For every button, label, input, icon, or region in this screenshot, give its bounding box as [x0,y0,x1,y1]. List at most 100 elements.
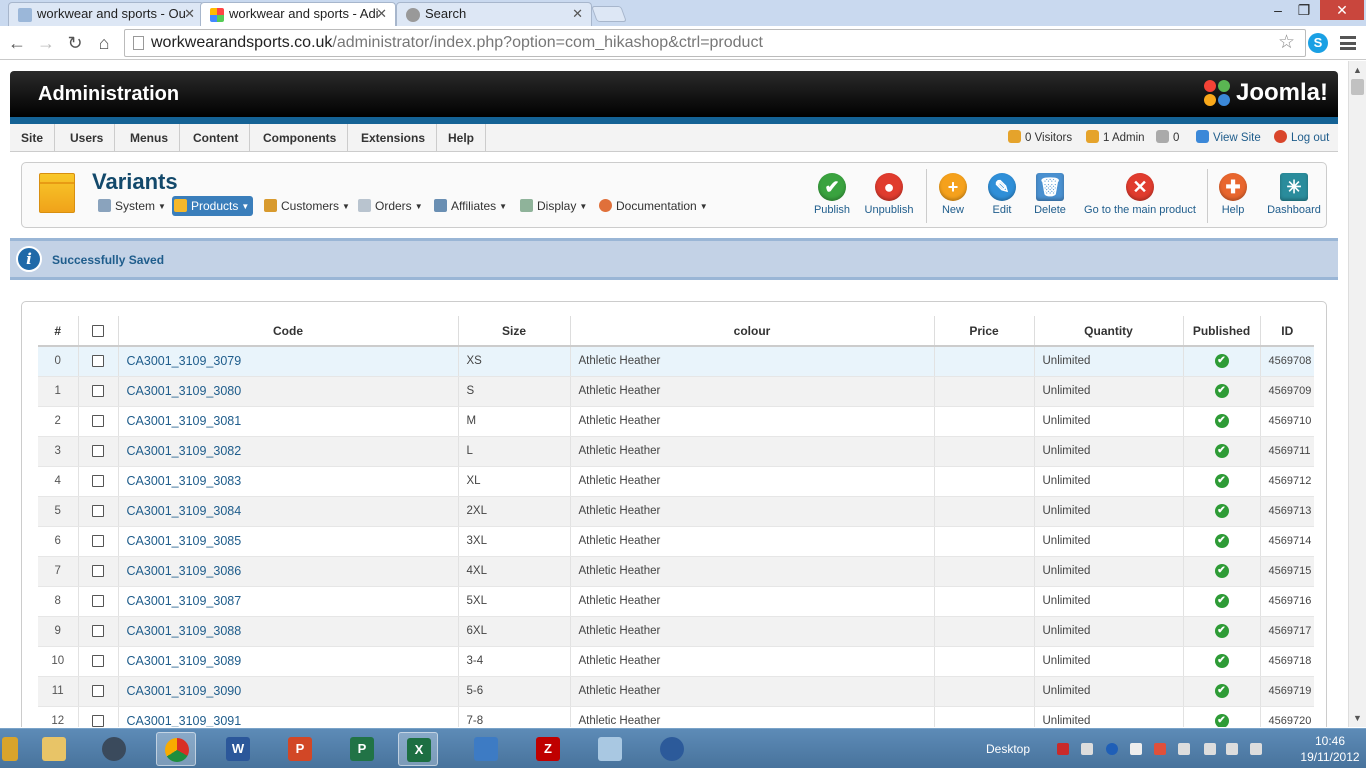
published-check-icon[interactable]: ✔ [1214,654,1229,668]
table-row[interactable]: 10 CA3001_3109_3089 3-4 Athletic Heather Unl… [38,646,1314,677]
help-button[interactable]: ✚ Help [1218,173,1248,223]
variant-code-link[interactable]: CA3001_3109_3086 [118,556,459,587]
flag-icon[interactable] [1178,743,1190,755]
row-checkbox[interactable] [92,684,104,697]
view-site-link[interactable]: View Site [1196,124,1261,152]
tab-close-icon[interactable]: ✕ [376,3,387,25]
variant-code-link[interactable]: CA3001_3109_3085 [118,526,459,557]
browser-tab-1[interactable]: workwear and sports - Ou ✕ [8,2,204,26]
taskbar-thunderbird[interactable] [652,732,692,766]
browser-tab-3[interactable]: Search ✕ [396,2,592,26]
published-check-icon[interactable]: ✔ [1214,624,1229,638]
row-checkbox[interactable] [92,534,104,547]
published-check-icon[interactable]: ✔ [1214,504,1229,518]
row-checkbox[interactable] [92,444,104,457]
variant-code-link[interactable]: CA3001_3109_3089 [118,646,459,677]
forward-arrow-icon[interactable]: → [35,32,57,54]
browser-tab-2[interactable]: workwear and sports - Adi ✕ [200,2,396,26]
battery-icon[interactable] [1204,743,1216,755]
desktop-toolbar[interactable]: Desktop [986,729,1030,769]
start-button[interactable] [0,732,22,766]
row-checkbox[interactable] [92,714,104,727]
submenu-display[interactable]: Display ▼ [520,196,587,216]
bluetooth-icon[interactable] [1106,743,1118,755]
menu-menus[interactable]: Menus [119,124,181,152]
table-row[interactable]: 2 CA3001_3109_3081 M Athletic Heather Unlimi… [38,406,1314,437]
unpublish-button[interactable]: ● Unpublish [864,173,914,223]
reload-icon[interactable]: ↻ [64,32,86,54]
row-checkbox[interactable] [92,355,104,368]
delete-button[interactable]: 🗑 Delete [1034,173,1066,223]
published-toggle[interactable]: ✔ [1183,376,1261,407]
publish-button[interactable]: ✔ Publish [812,173,852,223]
published-toggle[interactable]: ✔ [1183,586,1261,617]
table-row[interactable]: 5 CA3001_3109_3084 2XL Athletic Heather Unli… [38,496,1314,527]
table-row[interactable]: 8 CA3001_3109_3087 5XL Athletic Heather Unli… [38,586,1314,617]
published-check-icon[interactable]: ✔ [1214,594,1229,608]
scroll-up-icon[interactable]: ▲ [1353,65,1362,75]
published-check-icon[interactable]: ✔ [1214,444,1229,458]
row-checkbox[interactable] [92,564,104,577]
col-published[interactable]: Published [1183,316,1261,347]
published-check-icon[interactable]: ✔ [1214,384,1229,398]
row-checkbox[interactable] [92,384,104,397]
main-product-button[interactable]: ✕ Go to the main product [1084,173,1196,223]
taskbar-excel[interactable]: X [398,732,438,766]
menu-components[interactable]: Components [252,124,349,152]
col-price[interactable]: Price [934,316,1035,347]
row-checkbox[interactable] [92,504,104,517]
volume-icon[interactable] [1130,743,1142,755]
variant-code-link[interactable]: CA3001_3109_3083 [118,466,459,497]
table-row[interactable]: 7 CA3001_3109_3086 4XL Athletic Heather Unli… [38,556,1314,587]
variant-code-link[interactable]: CA3001_3109_3080 [118,376,459,407]
system-clock[interactable]: 10:46 19/11/2012 [1300,733,1360,765]
variant-code-link[interactable]: CA3001_3109_3081 [118,406,459,437]
published-check-icon[interactable]: ✔ [1214,534,1229,548]
tray-icon[interactable] [1154,743,1166,755]
published-check-icon[interactable]: ✔ [1214,714,1229,727]
tab-close-icon[interactable]: ✕ [184,3,195,25]
table-row[interactable]: 11 CA3001_3109_3090 5-6 Athletic Heather Unl… [38,676,1314,707]
submenu-system[interactable]: System ▼ [98,196,166,216]
taskbar-media[interactable] [94,732,134,766]
taskbar-notepad[interactable] [590,732,630,766]
bookmark-star-icon[interactable]: ☆ [1278,30,1295,56]
edit-button[interactable]: ✎ Edit [987,173,1017,223]
taskbar-word[interactable]: W [218,732,258,766]
scroll-down-icon[interactable]: ▼ [1353,713,1362,723]
skype-extension-icon[interactable]: S [1308,33,1328,53]
published-check-icon[interactable]: ✔ [1214,684,1229,698]
logout-link[interactable]: Log out [1274,124,1329,152]
taskbar-filezilla[interactable]: Z [528,732,568,766]
published-toggle[interactable]: ✔ [1183,556,1261,587]
variant-code-link[interactable]: CA3001_3109_3084 [118,496,459,527]
published-toggle[interactable]: ✔ [1183,616,1261,647]
row-checkbox[interactable] [92,414,104,427]
new-tab-button[interactable] [591,6,627,22]
new-button[interactable]: + New [937,173,969,223]
chrome-menu-icon[interactable] [1340,36,1356,50]
menu-content[interactable]: Content [182,124,251,152]
table-row[interactable]: 9 CA3001_3109_3088 6XL Athletic Heather Unli… [38,616,1314,647]
col-colour[interactable]: colour [570,316,935,347]
row-checkbox[interactable] [92,624,104,637]
page-scrollbar[interactable]: ▲ ▼ [1348,61,1366,727]
published-toggle[interactable]: ✔ [1183,676,1261,707]
published-toggle[interactable]: ✔ [1183,496,1261,527]
row-checkbox[interactable] [92,594,104,607]
variant-code-link[interactable]: CA3001_3109_3087 [118,586,459,617]
variant-code-link[interactable]: CA3001_3109_3088 [118,616,459,647]
taskbar-powerpoint[interactable]: P [280,732,320,766]
published-toggle[interactable]: ✔ [1183,406,1261,437]
speaker-icon[interactable] [1250,743,1262,755]
table-row[interactable]: 6 CA3001_3109_3085 3XL Athletic Heather Unli… [38,526,1314,557]
dashboard-button[interactable]: ✳ Dashboard [1267,173,1321,223]
menu-users[interactable]: Users [59,124,116,152]
col-code[interactable]: Code [118,316,459,347]
scroll-thumb[interactable] [1351,79,1364,95]
select-all-checkbox[interactable] [92,325,104,338]
address-bar[interactable]: workwearandsports.co.uk/administrator/in… [124,29,1306,57]
home-icon[interactable]: ⌂ [93,32,115,54]
table-row[interactable]: 3 CA3001_3109_3082 L Athletic Heather Unlimi… [38,436,1314,467]
col-quantity[interactable]: Quantity [1034,316,1184,347]
